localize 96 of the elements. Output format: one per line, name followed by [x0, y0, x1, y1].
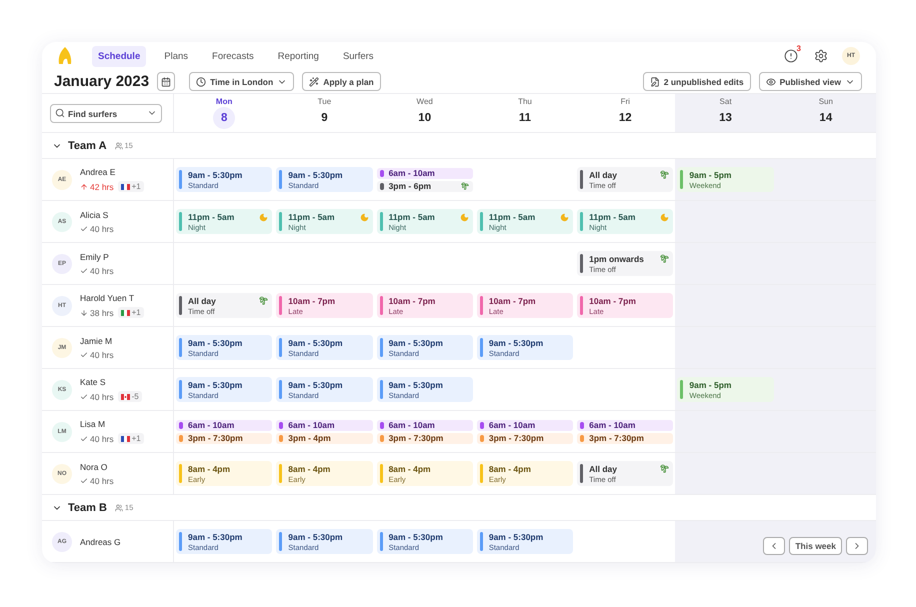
weekday-label: Sat: [720, 97, 732, 106]
country-tag: -5: [118, 391, 142, 402]
this-week-button[interactable]: This week: [789, 537, 842, 555]
nav-tab[interactable]: Surfers: [336, 46, 380, 67]
weekday-label: Wed: [416, 97, 433, 106]
moon-icon: [460, 213, 469, 222]
shift-entry[interactable]: 3pm - 7:30pm: [376, 432, 473, 444]
check-icon: [80, 266, 88, 274]
check-icon: [80, 434, 88, 442]
palm-tree-icon: [660, 464, 670, 473]
date-number[interactable]: 11: [514, 107, 536, 129]
date-number[interactable]: 13: [714, 107, 737, 129]
moon-icon: [560, 213, 570, 222]
surfer-name: Alicia S: [80, 210, 110, 220]
alert-button[interactable]: 3: [782, 47, 800, 66]
weekday-label: Sun: [818, 97, 833, 106]
month-title: January 2023: [54, 73, 150, 90]
country-tag: +1: [118, 181, 144, 192]
shift-entry[interactable]: 6am - 10am: [476, 420, 574, 430]
hours-total: 40 hrs: [80, 392, 114, 402]
country-tag: +1: [118, 433, 144, 444]
calendar-icon: [161, 76, 172, 87]
check-icon: [80, 350, 88, 358]
weekday-label: Fri: [620, 97, 630, 106]
up-arrow-icon: [80, 182, 88, 190]
date-number[interactable]: 14: [814, 107, 837, 129]
shift-entry[interactable]: 3pm - 6pm: [376, 180, 473, 192]
date-number[interactable]: 10: [414, 107, 436, 129]
shift-entry[interactable]: 6am - 10am: [176, 420, 272, 430]
hours-total: 40 hrs: [80, 224, 114, 234]
hours-total: 40 hrs: [80, 476, 114, 486]
palm-tree-icon: [660, 254, 670, 263]
date-number[interactable]: 9: [313, 107, 336, 129]
weekday-label: Mon: [216, 97, 232, 106]
document-edit-icon: [650, 76, 660, 87]
magic-wand-icon: [309, 76, 320, 87]
check-icon: [80, 392, 88, 400]
hours-total: 42 hrs: [80, 182, 114, 192]
shift-entry[interactable]: 6am - 10am: [376, 168, 473, 178]
surfer-name: Lisa M: [80, 419, 106, 429]
flag-icon: [120, 436, 130, 442]
calendar-button[interactable]: [157, 72, 176, 92]
palm-tree-icon: [259, 296, 268, 305]
flag-icon: [120, 184, 130, 190]
shift-entry[interactable]: 3pm - 7:30pm: [176, 432, 272, 444]
hours-total: 40 hrs: [80, 266, 114, 276]
people-icon: [114, 142, 123, 150]
timezone-dropdown[interactable]: Time in London: [189, 72, 294, 92]
check-icon: [80, 224, 88, 232]
shift-entry[interactable]: 6am - 10am: [577, 420, 674, 430]
weekday-label: Thu: [518, 97, 532, 106]
moon-icon: [360, 213, 369, 222]
palm-tree-icon: [460, 182, 469, 190]
team-name: Team A: [68, 140, 107, 152]
eye-icon: [766, 76, 776, 87]
nav-tab[interactable]: Schedule: [92, 46, 146, 67]
notification-count: 3: [796, 44, 801, 54]
search-field[interactable]: Find surfers: [50, 104, 162, 123]
alert-icon: [784, 49, 798, 64]
surfer-name: Emily P: [80, 252, 110, 262]
shift-entry[interactable]: 3pm - 4pm: [276, 432, 373, 444]
shift-entry[interactable]: 3pm - 7:30pm: [577, 432, 674, 444]
down-arrow-icon: [80, 308, 88, 316]
date-number[interactable]: 12: [614, 107, 636, 129]
nav-tab[interactable]: Reporting: [272, 46, 325, 67]
flag-icon: [120, 310, 130, 316]
weekday-label: Tue: [318, 97, 332, 106]
nav-tab[interactable]: Plans: [158, 46, 194, 67]
surfer-name: Andreas G: [80, 536, 121, 546]
team-name: Team B: [68, 502, 107, 514]
surfer-name: Harold Yuen T: [80, 293, 136, 303]
view-dropdown[interactable]: Published view: [758, 72, 862, 92]
country-tag: +1: [118, 307, 144, 318]
moon-icon: [259, 213, 268, 222]
check-icon: [80, 476, 88, 484]
apply-plan-button[interactable]: Apply a plan: [302, 72, 381, 92]
unpublished-edits-button[interactable]: 2 unpublished edits: [642, 72, 751, 92]
shift-entry[interactable]: 3pm - 7:30pm: [476, 432, 574, 444]
flag-icon: [120, 394, 130, 400]
surfer-name: Nora O: [80, 462, 108, 472]
hours-total: 40 hrs: [80, 434, 114, 444]
hours-total: 38 hrs: [80, 308, 114, 318]
clock-icon: [196, 76, 206, 87]
hours-total: 40 hrs: [80, 350, 114, 360]
date-number[interactable]: 8: [213, 107, 236, 129]
settings-icon: [814, 49, 828, 64]
shift-entry[interactable]: 6am - 10am: [376, 420, 473, 430]
nav-tab[interactable]: Forecasts: [206, 46, 260, 67]
surfer-name: Kate S: [80, 377, 107, 387]
palm-tree-icon: [660, 170, 670, 179]
people-icon: [114, 504, 123, 512]
surfer-name: Andrea E: [80, 167, 116, 177]
shift-entry[interactable]: 6am - 10am: [276, 420, 373, 430]
moon-icon: [660, 213, 670, 222]
surfer-name: Jamie M: [80, 336, 114, 346]
search-icon: [55, 108, 65, 118]
